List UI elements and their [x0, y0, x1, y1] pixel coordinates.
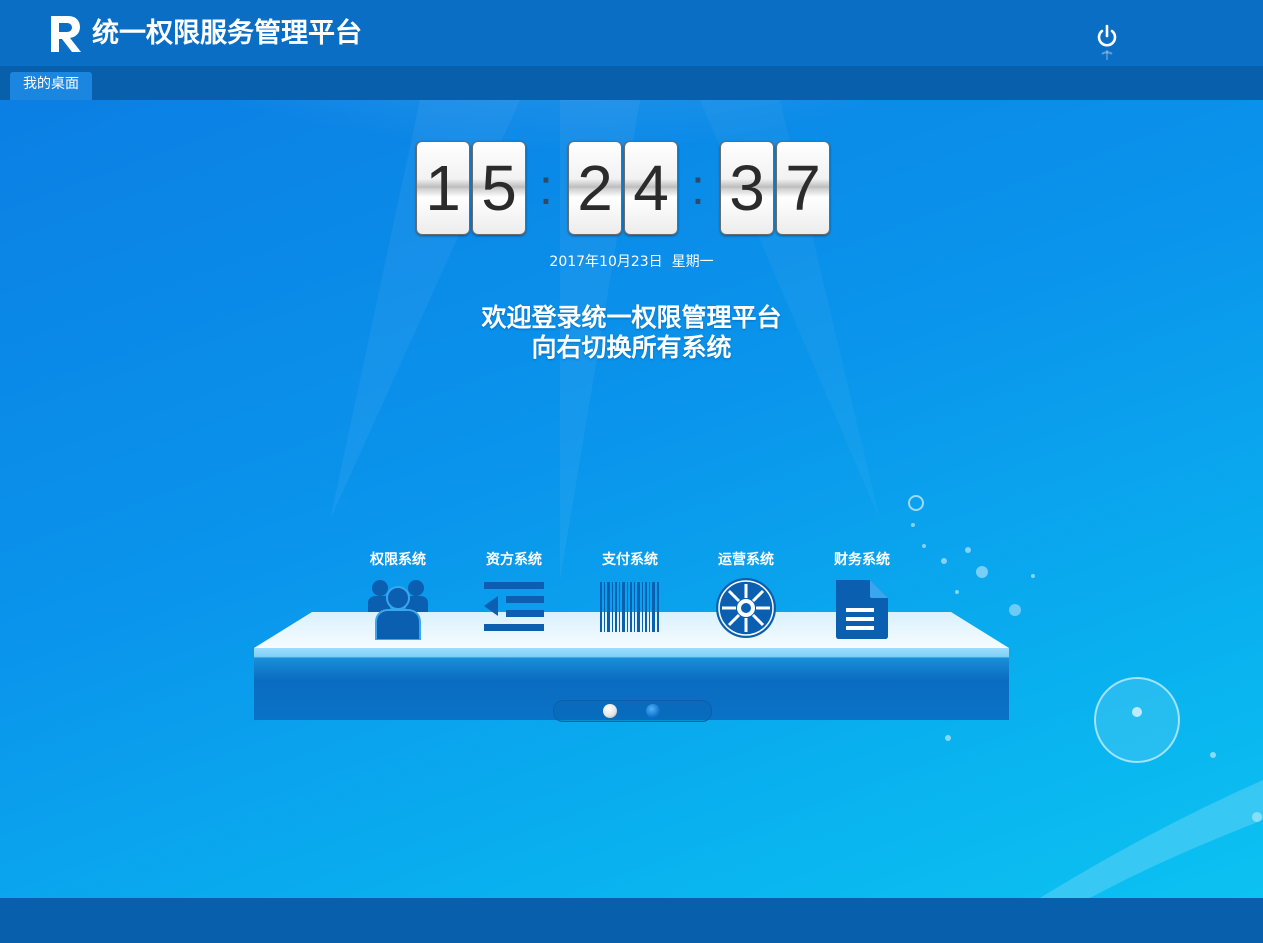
welcome-line-2: 向右切换所有系统	[531, 333, 732, 362]
system-label: 运营系统	[718, 552, 774, 568]
page-dot-1[interactable]	[603, 704, 617, 718]
users-icon	[368, 580, 428, 641]
barcode-icon	[600, 582, 659, 632]
clock-separator: :	[691, 159, 705, 215]
page-dot-2[interactable]	[646, 704, 660, 718]
indent-list-icon	[484, 582, 544, 631]
system-operations[interactable]: 运营系统	[706, 550, 786, 644]
system-payment[interactable]: 支付系统	[590, 550, 670, 644]
tab-bar: 我的桌面	[0, 66, 1263, 100]
power-button[interactable]	[1094, 22, 1120, 62]
tab-my-desktop[interactable]: 我的桌面	[10, 72, 92, 100]
system-label: 支付系统	[602, 552, 658, 568]
system-finance[interactable]: 财务系统	[822, 550, 902, 644]
system-label: 权限系统	[370, 552, 426, 568]
desktop-area: 1 5 : 2 4 : 3 7 2017年10月23日 星期一 欢迎登录统一权限…	[0, 100, 1263, 898]
welcome-message: 欢迎登录统一权限管理平台 向右切换所有系统	[0, 303, 1263, 363]
clock-second-tens: 3	[720, 141, 774, 235]
system-label: 资方系统	[486, 552, 542, 568]
clock-minute-tens: 2	[568, 141, 622, 235]
clock-hour-ones: 5	[472, 141, 526, 235]
clock-minute-ones: 4	[624, 141, 678, 235]
app-header: 统一权限服务管理平台	[0, 0, 1263, 66]
current-date: 2017年10月23日 星期一	[549, 254, 714, 270]
app-footer	[0, 898, 1263, 943]
logo-r-icon	[51, 16, 81, 52]
system-investor[interactable]: 资方系统	[474, 550, 554, 644]
welcome-line-1: 欢迎登录统一权限管理平台	[481, 303, 782, 332]
flip-clock: 1 5 : 2 4 : 3 7	[416, 141, 830, 235]
system-permission[interactable]: 权限系统	[358, 550, 438, 644]
empire-gear-icon	[716, 578, 776, 638]
clock-hour-tens: 1	[416, 141, 470, 235]
system-label: 财务系统	[834, 552, 890, 568]
app-title: 统一权限服务管理平台	[92, 18, 362, 49]
power-icon	[1097, 24, 1117, 60]
page-indicator	[553, 700, 712, 722]
document-icon	[836, 580, 888, 639]
clock-second-ones: 7	[776, 141, 830, 235]
clock-separator: :	[539, 159, 553, 215]
